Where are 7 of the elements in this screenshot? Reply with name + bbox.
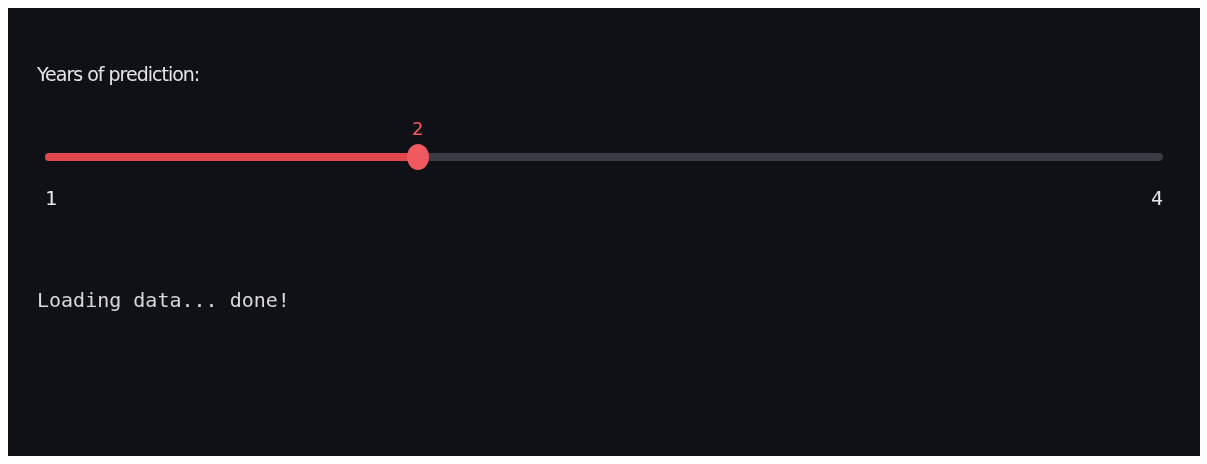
min-label: 1 xyxy=(45,184,58,212)
slider-label: Years of prediction: xyxy=(37,62,200,87)
slider-track[interactable] xyxy=(45,152,1163,161)
status-text: Loading data... done! xyxy=(37,286,290,314)
slider-thumb[interactable] xyxy=(406,143,429,170)
max-label: 4 xyxy=(1150,184,1163,212)
slider-value: 2 xyxy=(411,116,424,141)
